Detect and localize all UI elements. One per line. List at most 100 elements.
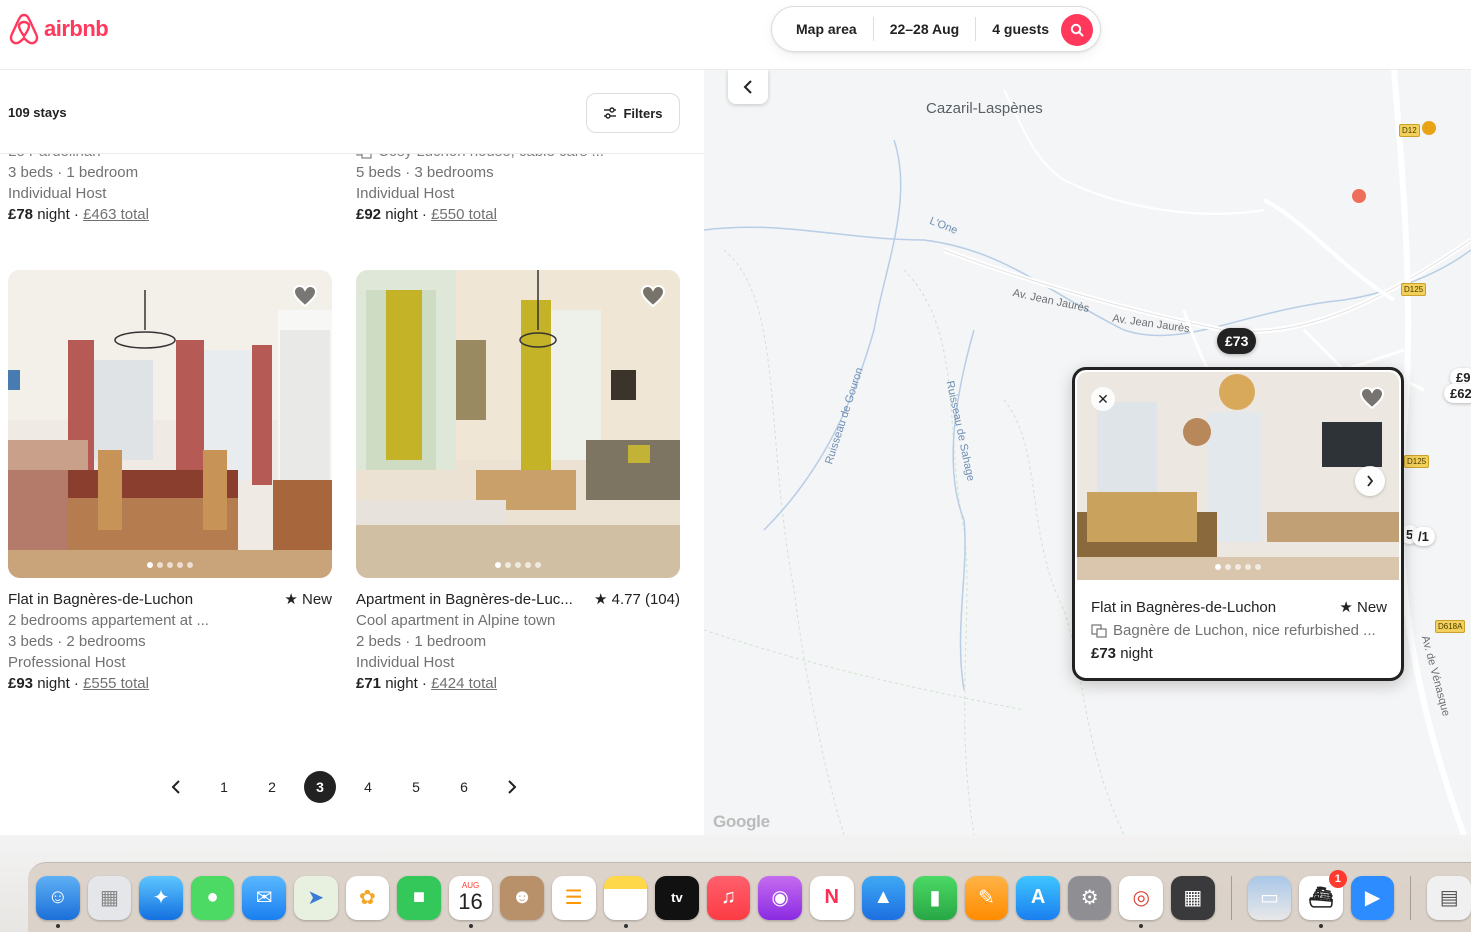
listing-host: Individual Host xyxy=(356,185,455,202)
mail-icon[interactable]: ✉ xyxy=(242,875,286,920)
photo-dot xyxy=(525,562,531,568)
search-bar[interactable]: Map area 22–28 Aug 4 guests xyxy=(771,6,1101,52)
listing-price: £71 night · £424 total xyxy=(356,673,680,694)
listing-photo[interactable] xyxy=(8,270,332,578)
preview-icon[interactable]: ▭ xyxy=(1247,875,1292,920)
photos-icon[interactable]: ✿ xyxy=(345,875,390,920)
price-unit: night xyxy=(385,206,418,223)
pages-icon[interactable]: ✎ xyxy=(964,875,1009,920)
next-photo-button[interactable] xyxy=(1355,466,1385,496)
launchpad-icon[interactable]: ▦ xyxy=(87,875,132,920)
listing-photo[interactable] xyxy=(356,270,680,578)
map-price-pin[interactable]: £62 xyxy=(1444,384,1471,403)
price-amount: £93 xyxy=(8,675,34,692)
apple-tv-icon[interactable]: tv xyxy=(655,875,699,920)
price-total[interactable]: £550 total xyxy=(431,206,497,223)
road-sign: D125 xyxy=(1401,283,1427,296)
chrome-icon[interactable]: ◎ xyxy=(1119,875,1164,928)
logo-text: airbnb xyxy=(44,16,109,41)
search-dates[interactable]: 22–28 Aug xyxy=(874,17,976,41)
photo-dot xyxy=(1235,564,1241,570)
page-4[interactable]: 4 xyxy=(352,771,384,803)
price-total[interactable]: £555 total xyxy=(83,675,149,692)
screenshot-app-icon[interactable]: ⛴ 1 xyxy=(1299,869,1347,928)
listing-beds: 3 beds · 2 bedrooms xyxy=(8,633,146,650)
chevron-right-icon xyxy=(508,780,517,794)
price-unit: night xyxy=(385,675,418,692)
map-view[interactable]: Cazaril-Laspènes L'One Av. Jean Jaurès A… xyxy=(704,70,1471,835)
listing-card-text[interactable]: Apartment in Bagnères-de-Luc... ★ 4.77 (… xyxy=(356,589,680,694)
favorite-heart-icon[interactable] xyxy=(640,284,666,308)
price-total[interactable]: £463 total xyxy=(83,206,149,223)
popup-rating: ★ New xyxy=(1339,596,1387,619)
notes-icon[interactable] xyxy=(603,875,648,928)
popup-price: £73 night xyxy=(1091,642,1387,665)
close-icon: ✕ xyxy=(1097,390,1109,407)
listing-card-text[interactable]: Flat in Bagnères-de-Luchon ★ New 2 bedro… xyxy=(8,589,332,694)
contacts-icon[interactable]: ☻ xyxy=(500,875,544,920)
safari-icon[interactable]: ✦ xyxy=(139,875,183,920)
map-price-pin-active[interactable]: £73 xyxy=(1217,328,1257,354)
search-button[interactable] xyxy=(1061,14,1093,46)
price-unit: night xyxy=(37,206,70,223)
numbers-icon[interactable]: ▮ xyxy=(913,875,957,920)
running-indicator xyxy=(468,923,473,928)
system-settings-icon[interactable]: ⚙ xyxy=(1067,875,1112,920)
results-header: 109 stays Filters xyxy=(0,70,704,154)
map-price-pin[interactable]: /1 xyxy=(1412,527,1435,546)
listing-host: Professional Host xyxy=(8,654,126,671)
translate-icon xyxy=(1091,623,1107,638)
photo-dot xyxy=(187,562,193,568)
close-popup-button[interactable]: ✕ xyxy=(1091,387,1115,411)
road-sign: D125 xyxy=(1404,455,1430,468)
podcasts-icon[interactable]: ◉ xyxy=(758,875,802,920)
page-1[interactable]: 1 xyxy=(208,771,240,803)
calendar-day: 16 xyxy=(458,889,483,914)
reminders-icon[interactable]: ☰ xyxy=(551,875,596,920)
favorite-heart-icon[interactable] xyxy=(292,284,318,308)
page-6[interactable]: 6 xyxy=(448,771,480,803)
next-page-button[interactable] xyxy=(496,771,528,803)
popup-photo[interactable]: ✕ xyxy=(1077,372,1399,580)
listings-panel[interactable]: 109 stays Filters Le Pardeilhan 3 beds ·… xyxy=(0,70,704,835)
news-icon[interactable]: N xyxy=(809,875,854,920)
zoom-icon[interactable]: ▶ xyxy=(1350,875,1395,920)
search-location[interactable]: Map area xyxy=(780,17,873,41)
calculator-icon[interactable]: ▦ xyxy=(1171,875,1215,920)
keynote-icon[interactable]: ▲ xyxy=(861,875,906,920)
price-separator: · xyxy=(73,206,79,223)
photo-dot xyxy=(1215,564,1221,570)
running-indicator xyxy=(623,923,628,928)
favorite-heart-icon[interactable] xyxy=(1359,386,1385,410)
running-indicator xyxy=(1139,923,1144,928)
page-2[interactable]: 2 xyxy=(256,771,288,803)
maps-icon[interactable]: ➤ xyxy=(293,875,338,920)
filters-button[interactable]: Filters xyxy=(586,93,680,133)
rating-value: New xyxy=(301,591,332,608)
page-3-current[interactable]: 3 xyxy=(304,771,336,803)
photo-dot xyxy=(515,562,521,568)
app-store-icon[interactable]: A xyxy=(1016,875,1060,920)
chevron-right-icon xyxy=(1367,475,1374,487)
price-amount: £78 xyxy=(8,206,34,223)
search-guests[interactable]: 4 guests xyxy=(976,17,1065,41)
map-listing-popup[interactable]: ✕ Flat in Bagnères-de-Luchon ★ New Bagnè… xyxy=(1072,367,1404,681)
photo-dot xyxy=(495,562,501,568)
downloads-stack-icon[interactable]: ▤ xyxy=(1427,875,1471,920)
collapse-map-button[interactable] xyxy=(728,70,768,104)
messages-icon[interactable]: ● xyxy=(190,875,235,920)
price-total[interactable]: £424 total xyxy=(431,675,497,692)
road-sign: D618A xyxy=(1435,620,1466,633)
calendar-icon[interactable]: AUG 16 xyxy=(448,875,493,928)
photo-dot xyxy=(167,562,173,568)
star-icon: ★ xyxy=(1339,599,1353,616)
listing-host: Individual Host xyxy=(8,185,107,202)
facetime-icon[interactable]: ■ xyxy=(397,875,441,920)
music-icon[interactable]: ♫ xyxy=(706,875,751,920)
finder-icon[interactable]: ☺ xyxy=(36,875,80,928)
page-5[interactable]: 5 xyxy=(400,771,432,803)
popup-description: Bagnère de Luchon, nice refurbished ... xyxy=(1113,622,1376,639)
prev-page-button[interactable] xyxy=(160,771,192,803)
airbnb-logo[interactable]: airbnb xyxy=(8,12,109,46)
popup-photo-image xyxy=(1077,372,1399,580)
